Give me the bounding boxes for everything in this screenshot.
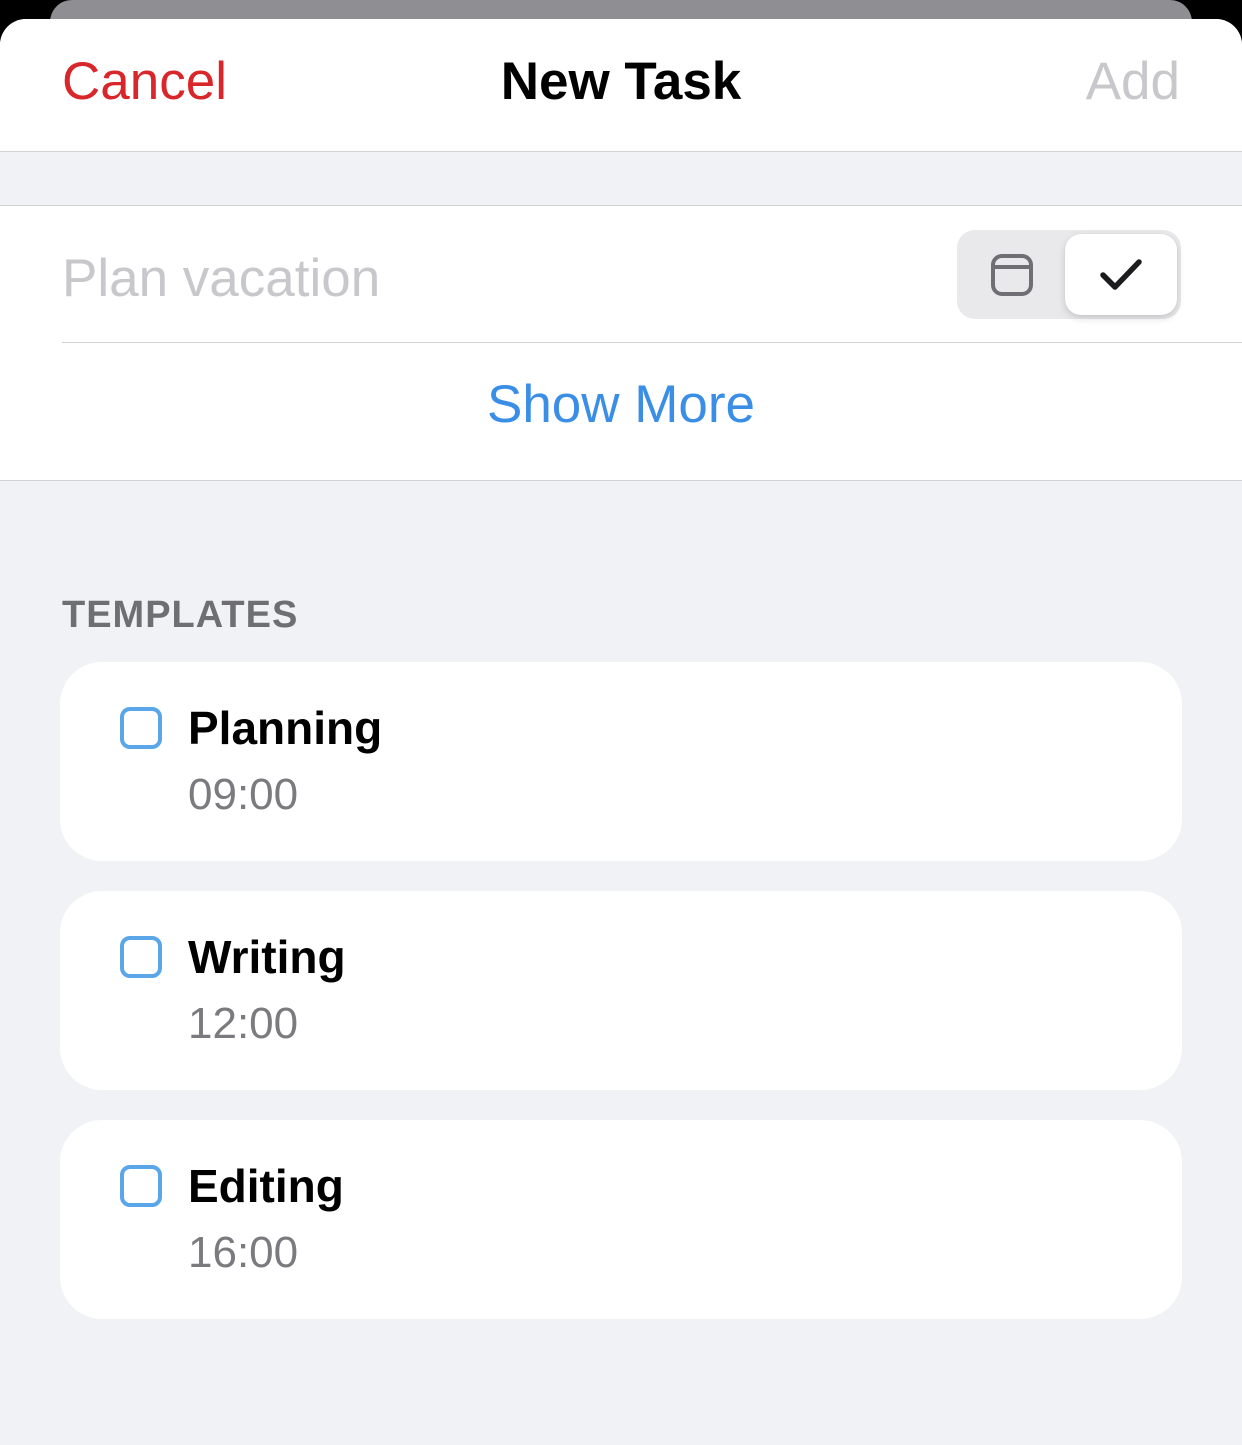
new-task-sheet: New Task Cancel Add Show More TEMPLATES … [0, 19, 1242, 1445]
event-type-segment[interactable] [957, 230, 1067, 319]
template-item-writing[interactable]: Writing 12:00 [60, 891, 1182, 1090]
item-type-toggle [957, 230, 1181, 319]
task-type-segment[interactable] [1065, 234, 1177, 315]
cancel-button[interactable]: Cancel [62, 49, 227, 115]
template-name: Writing [188, 931, 346, 983]
checkmark-icon [1100, 258, 1142, 290]
entry-divider [62, 342, 1242, 343]
template-checkbox[interactable] [120, 936, 162, 978]
navigation-bar: New Task Cancel Add [0, 19, 1242, 152]
template-item-planning[interactable]: Planning 09:00 [60, 662, 1182, 861]
task-entry-card: Show More [0, 205, 1242, 481]
templates-section-header: TEMPLATES [62, 594, 299, 636]
calendar-icon [991, 253, 1033, 296]
template-name: Planning [188, 702, 383, 754]
template-time: 09:00 [188, 770, 299, 819]
task-title-input[interactable] [62, 238, 922, 318]
template-item-editing[interactable]: Editing 16:00 [60, 1120, 1182, 1319]
template-time: 12:00 [188, 999, 299, 1048]
add-button[interactable]: Add [1086, 49, 1180, 115]
template-name: Editing [188, 1160, 344, 1212]
template-checkbox[interactable] [120, 1165, 162, 1207]
template-checkbox[interactable] [120, 707, 162, 749]
template-time: 16:00 [188, 1228, 299, 1277]
show-more-button[interactable]: Show More [0, 372, 1242, 438]
